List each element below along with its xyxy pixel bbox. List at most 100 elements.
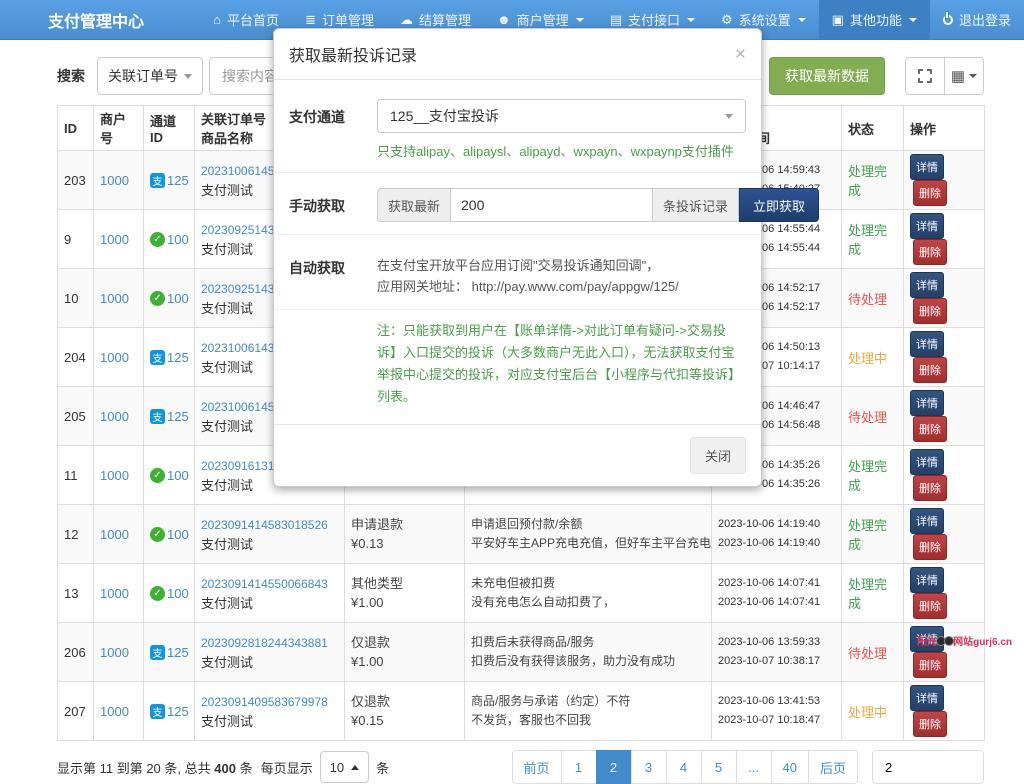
page-item-2[interactable]: 2 — [596, 750, 632, 784]
nav-item-label: 退出登录 — [959, 10, 1011, 29]
merchant-link[interactable]: 1000 — [100, 291, 129, 306]
fullscreen-button[interactable] — [905, 57, 945, 95]
fetch-latest-data-button[interactable]: 获取最新数据 — [769, 57, 885, 95]
alipay-pay-icon: 支 — [150, 409, 165, 424]
status-badge: 处理完成 — [848, 518, 887, 552]
cell-merchant: 1000 — [94, 210, 144, 269]
detail-button[interactable]: 详情 — [910, 390, 944, 416]
merchant-link[interactable]: 1000 — [100, 468, 129, 483]
merchant-link[interactable]: 1000 — [100, 232, 129, 247]
order-link[interactable]: 2023091414550066843 — [201, 577, 328, 591]
detail-button[interactable]: 详情 — [910, 508, 944, 534]
delete-button[interactable]: 删除 — [913, 357, 947, 383]
cell-merchant: 1000 — [94, 682, 144, 741]
column-header[interactable]: 通道ID — [144, 106, 195, 151]
delete-button[interactable]: 删除 — [913, 416, 947, 442]
auto-fetch-line2: 应用网关地址： http://pay.www.com/pay/appgw/125… — [377, 276, 746, 297]
column-header[interactable]: 商户号 — [94, 106, 144, 151]
delete-button[interactable]: 删除 — [913, 652, 947, 678]
page-item-40[interactable]: 40 — [771, 750, 809, 784]
delete-button[interactable]: 删除 — [913, 180, 947, 206]
delete-button[interactable]: 删除 — [913, 534, 947, 560]
nav-item-7[interactable]: 退出登录 — [930, 0, 1024, 39]
modal-close-button[interactable]: 关闭 — [690, 437, 746, 474]
cell-actions: 详情 删除 — [904, 682, 985, 741]
nav-item-6[interactable]: ▣其他功能 — [819, 0, 930, 39]
detail-button[interactable]: 详情 — [910, 272, 944, 298]
detail-button[interactable]: 详情 — [910, 685, 944, 711]
columns-button[interactable]: ▦ — [944, 57, 984, 95]
auto-fetch-text: 在支付宝开放平台应用订阅"交易投诉通知回调"， 应用网关地址： http://p… — [377, 250, 746, 297]
delete-button[interactable]: 删除 — [913, 298, 947, 324]
merchant-link[interactable]: 1000 — [100, 409, 129, 424]
status-badge: 处理中 — [848, 351, 887, 366]
merchant-link[interactable]: 1000 — [100, 350, 129, 365]
order-link[interactable]: 2023092818244343881 — [201, 636, 328, 650]
search-type-select[interactable]: 关联订单号 — [97, 57, 203, 95]
time-updated: 2023-10-06 14:07:41 — [718, 593, 835, 612]
page-jump-input[interactable] — [872, 750, 984, 784]
cell-id: 205 — [58, 387, 94, 446]
page-item-3[interactable]: 3 — [631, 750, 667, 784]
complaint-detail: 没有充电怎么自动扣费了， — [471, 593, 705, 612]
page-item-后页[interactable]: 后页 — [808, 750, 858, 784]
merchant-link[interactable]: 1000 — [100, 173, 129, 188]
modal-title: 获取最新投诉记录 — [289, 42, 417, 66]
wechat-pay-icon: ✓ — [150, 468, 165, 483]
product-name: 支付测试 — [201, 594, 338, 613]
merchant-link[interactable]: 1000 — [100, 704, 129, 719]
channel-select[interactable]: 125__支付宝投诉 — [377, 99, 746, 133]
order-link[interactable]: 2023091414583018526 — [201, 518, 328, 532]
cell-channel: 支 125 — [144, 387, 195, 446]
table-row: 13 1000 ✓ 100 2023091414550066843 支付测试 其… — [58, 564, 985, 623]
detail-button[interactable]: 详情 — [910, 331, 944, 357]
merchant-link[interactable]: 1000 — [100, 586, 129, 601]
merchant-link[interactable]: 1000 — [100, 645, 129, 660]
page-item-...[interactable]: ... — [736, 750, 772, 784]
divider — [274, 234, 761, 235]
delete-button[interactable]: 删除 — [913, 475, 947, 501]
column-header[interactable]: ID — [58, 106, 94, 151]
power-icon — [943, 15, 953, 25]
list-icon: ≣ — [305, 13, 316, 26]
table-row: 206 1000 支 125 2023092818244343881 支付测试 … — [58, 623, 985, 682]
search-label: 搜索 — [57, 66, 85, 86]
alipay-pay-icon: 支 — [150, 173, 165, 188]
cell-actions: 详情 删除 — [904, 446, 985, 505]
detail-button[interactable]: 详情 — [910, 154, 944, 180]
status-badge: 待处理 — [848, 292, 887, 307]
detail-button[interactable]: 详情 — [910, 213, 944, 239]
column-header[interactable]: 操作 — [904, 106, 985, 151]
complaint-title: 申请退回预付款/余额 — [471, 515, 705, 534]
search-type-value: 关联订单号 — [108, 66, 178, 86]
fetch-complaints-modal: 获取最新投诉记录 × 支付通道 125__支付宝投诉 只支持alipay、ali… — [273, 28, 762, 487]
complaint-count-input[interactable] — [451, 188, 653, 222]
channel-id: 100 — [167, 232, 189, 247]
page-item-5[interactable]: 5 — [701, 750, 737, 784]
cell-channel: 支 125 — [144, 623, 195, 682]
complaint-title: 商品/服务与承诺（约定）不符 — [471, 692, 705, 711]
delete-button[interactable]: 删除 — [913, 711, 947, 737]
detail-button[interactable]: 详情 — [910, 449, 944, 475]
auto-fetch-line1: 在支付宝开放平台应用订阅"交易投诉通知回调"， — [377, 255, 746, 276]
column-header[interactable]: 状态 — [842, 106, 904, 151]
delete-button[interactable]: 删除 — [913, 239, 947, 265]
order-link[interactable]: 2023091409583679978 — [201, 695, 328, 709]
channel-id: 125 — [167, 173, 189, 188]
page-item-4[interactable]: 4 — [666, 750, 702, 784]
page-item-1[interactable]: 1 — [561, 750, 597, 784]
merchant-link[interactable]: 1000 — [100, 527, 129, 542]
page-item-前页[interactable]: 前页 — [512, 750, 562, 784]
caret-down-icon — [909, 18, 917, 22]
manual-suffix-addon: 条投诉记录 — [653, 188, 739, 222]
per-page-select[interactable]: 10 — [320, 751, 369, 783]
cell-complaint-type: 申请退款 ¥0.13 — [345, 505, 465, 564]
fetch-now-button[interactable]: 立即获取 — [739, 188, 819, 222]
close-icon[interactable]: × — [735, 45, 746, 64]
detail-button[interactable]: 详情 — [910, 567, 944, 593]
delete-button[interactable]: 删除 — [913, 593, 947, 619]
table-row: 207 1000 支 125 2023091409583679978 支付测试 … — [58, 682, 985, 741]
cell-channel: ✓ 100 — [144, 505, 195, 564]
cell-actions: 详情 删除 — [904, 387, 985, 446]
chevron-down-icon — [969, 74, 977, 78]
